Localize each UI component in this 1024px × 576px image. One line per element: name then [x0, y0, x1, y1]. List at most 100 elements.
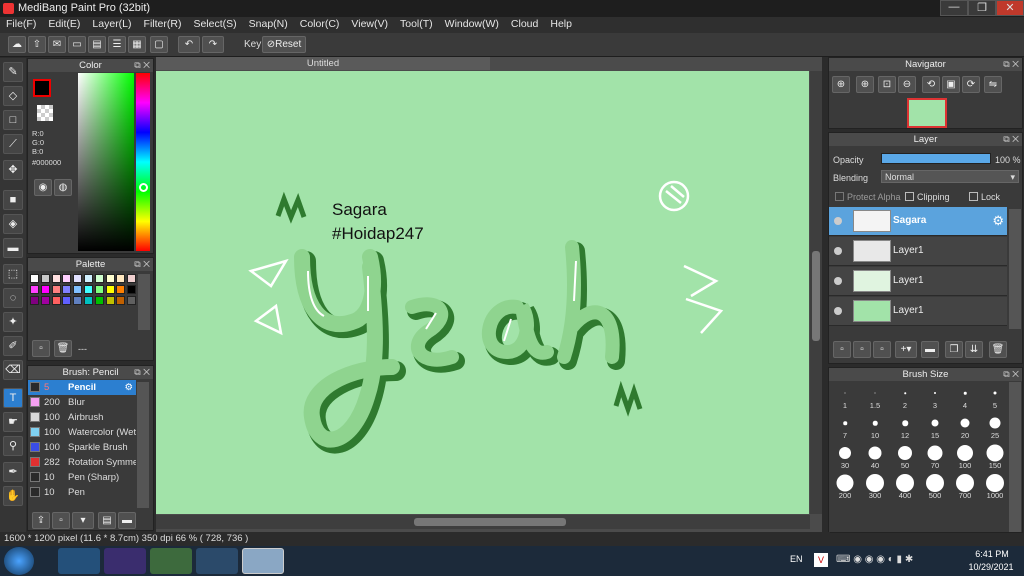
brush-size-option[interactable]: 10 [861, 412, 889, 440]
brush-list-scrollbar[interactable] [137, 382, 149, 508]
delete-palette-icon[interactable]: 🗑 [54, 340, 72, 357]
panel-close-icon[interactable]: ⧉ ✕ [134, 366, 150, 379]
brush-size-option[interactable]: 500 [921, 472, 949, 500]
palette-swatch[interactable] [116, 274, 126, 283]
clock-time[interactable]: 6:41 PM [968, 549, 1016, 559]
new-layer-3-icon[interactable]: ▫ [873, 341, 891, 358]
hand-tool-icon[interactable]: ✋ [3, 486, 23, 506]
brush-list-item[interactable]: 10 Pen (Sharp) [28, 470, 136, 485]
palette-swatch[interactable] [94, 285, 104, 294]
menu-snap[interactable]: Snap(N) [243, 17, 294, 33]
app-taskbar-icon[interactable] [150, 548, 192, 574]
panel-close-icon[interactable]: ⧉ ✕ [1003, 133, 1019, 146]
upload-icon[interactable]: ⇧ [28, 36, 46, 53]
visibility-eye-icon[interactable] [834, 217, 842, 225]
visibility-eye-icon[interactable] [834, 247, 842, 255]
lock-checkbox[interactable] [969, 192, 978, 201]
add-layer-menu-icon[interactable]: +▾ [895, 341, 917, 358]
layer-row[interactable]: Layer1 [829, 297, 1007, 326]
brush-size-option[interactable]: 2 [891, 382, 919, 410]
new-layer-2-icon[interactable]: ▫ [853, 341, 871, 358]
maximize-button[interactable]: ❐ [968, 0, 996, 16]
palette-swatch[interactable] [105, 274, 115, 283]
menu-layer[interactable]: Layer(L) [86, 17, 137, 33]
palette-swatch[interactable] [62, 285, 72, 294]
menu-edit[interactable]: Edit(E) [42, 17, 86, 33]
visibility-eye-icon[interactable] [834, 307, 842, 315]
palette-swatch[interactable] [73, 285, 83, 294]
palette-swatch[interactable] [94, 296, 104, 305]
medibang-taskbar-icon[interactable] [242, 548, 284, 574]
color-set-icon[interactable]: ◍ [54, 179, 72, 196]
palette-swatch[interactable] [127, 274, 137, 283]
palette-swatch[interactable] [127, 296, 137, 305]
page-icon[interactable]: ▤ [88, 36, 106, 53]
canvas-vertical-scrollbar[interactable] [810, 71, 822, 514]
zoom-in-icon[interactable]: ⊕ [832, 76, 850, 93]
fill-rect-tool-icon[interactable]: ■ [3, 190, 23, 210]
close-button[interactable]: ✕ [996, 0, 1024, 16]
rotate-right-icon[interactable]: ⟳ [962, 76, 980, 93]
gear-icon[interactable]: ⚙ [992, 213, 1004, 229]
minimize-button[interactable]: — [940, 0, 968, 16]
zoom-out-icon[interactable]: ⊖ [898, 76, 916, 93]
saturation-value-picker[interactable] [78, 73, 134, 251]
new-brush-icon[interactable]: ▫ [52, 512, 70, 529]
antivirus-tray-icon[interactable]: V [814, 553, 828, 567]
brush-size-option[interactable]: 1 [831, 382, 859, 410]
new-layer-icon[interactable]: ▫ [833, 341, 851, 358]
clock-date[interactable]: 10/29/2021 [962, 562, 1020, 572]
brush-list-item[interactable]: 200 Blur [28, 395, 136, 410]
palette-swatch[interactable] [51, 296, 61, 305]
eyedropper-tool-icon[interactable]: ⚲ [3, 436, 23, 456]
comment-icon[interactable]: ✉ [48, 36, 66, 53]
brush-size-option[interactable]: 15 [921, 412, 949, 440]
brush-list-item[interactable]: 100 Sparkle Brush [28, 440, 136, 455]
palette-swatch[interactable] [84, 296, 93, 305]
panel-close-icon[interactable]: ⧉ ✕ [134, 258, 150, 271]
palette-swatch[interactable] [62, 296, 72, 305]
menu-select[interactable]: Select(S) [187, 17, 242, 33]
brush-size-option[interactable]: 70 [921, 442, 949, 470]
clipping-checkbox[interactable] [905, 192, 914, 201]
menu-color[interactable]: Color(C) [294, 17, 346, 33]
brush-size-option[interactable]: 25 [981, 412, 1009, 440]
brush-list-item[interactable]: 282 Rotation Symmetry [28, 455, 136, 470]
select-rect-tool-icon[interactable]: ⬚ [3, 264, 23, 284]
zoom-in-2-icon[interactable]: ⊕ [856, 76, 874, 93]
brush-size-option[interactable]: 12 [891, 412, 919, 440]
window-icon[interactable]: ▢ [150, 36, 168, 53]
start-button[interactable] [4, 547, 34, 575]
horizontal-scroll-thumb[interactable] [414, 518, 566, 526]
layer-scrollbar[interactable] [1009, 209, 1021, 329]
palette-swatch[interactable] [51, 285, 61, 294]
brush-size-option[interactable]: 50 [891, 442, 919, 470]
gear-icon[interactable]: ⚙ [124, 380, 133, 395]
brush-list-item[interactable]: 10 Pen [28, 485, 136, 500]
grid-icon[interactable]: ▦ [128, 36, 146, 53]
chrome-taskbar-icon[interactable] [196, 548, 238, 574]
delete-layer-icon[interactable]: 🗑 [989, 341, 1007, 358]
brush-size-option[interactable]: 300 [861, 472, 889, 500]
palette-swatch[interactable] [73, 274, 83, 283]
palette-swatch[interactable] [62, 274, 72, 283]
brush-size-option[interactable]: 200 [831, 472, 859, 500]
bucket-tool-icon[interactable]: ◈ [3, 214, 23, 234]
brush-size-option[interactable]: 40 [861, 442, 889, 470]
brush-settings-icon[interactable]: ▤ [98, 512, 116, 529]
rotate-left-icon[interactable]: ⟲ [922, 76, 940, 93]
flip-icon[interactable]: ⇋ [984, 76, 1002, 93]
palette-swatch[interactable] [116, 296, 126, 305]
hue-handle[interactable] [139, 183, 148, 192]
menu-file[interactable]: File(F) [0, 17, 42, 33]
layer-row[interactable]: Layer1 [829, 237, 1007, 266]
operation-tool-icon[interactable]: ☛ [3, 412, 23, 432]
palette-swatch[interactable] [84, 285, 93, 294]
palette-swatch[interactable] [40, 274, 50, 283]
list-icon[interactable]: ☰ [108, 36, 126, 53]
pen-tool-icon[interactable]: ✒ [3, 462, 23, 482]
reset-button[interactable]: ⊘Reset [262, 36, 306, 53]
brush-list-item[interactable]: 100 Watercolor (Wet) [28, 425, 136, 440]
brush-size-option[interactable]: 7 [831, 412, 859, 440]
folder-icon[interactable]: ▬ [921, 341, 939, 358]
